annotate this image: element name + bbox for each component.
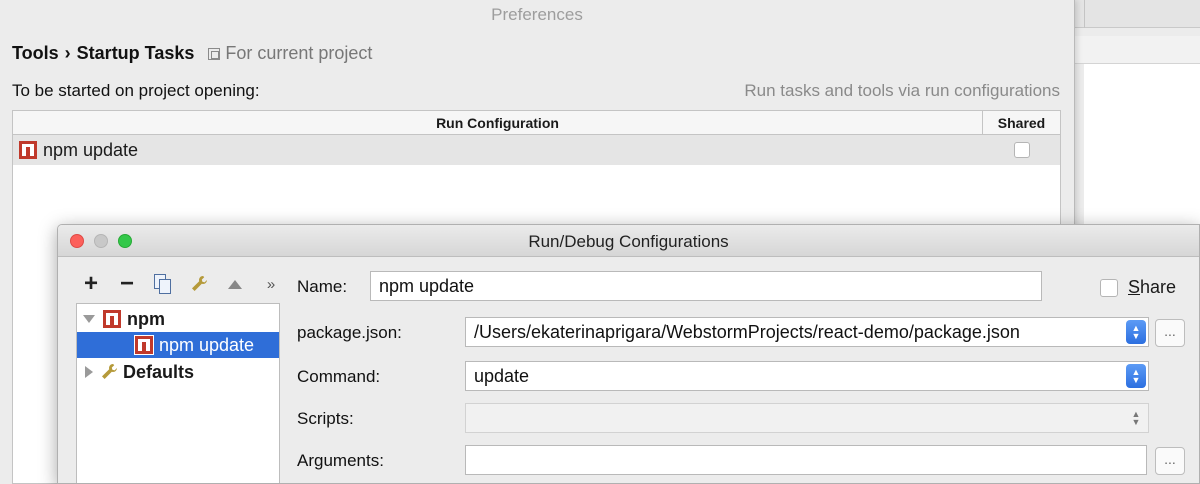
share-option[interactable]: Share xyxy=(1100,277,1176,298)
background-titlebar xyxy=(1074,0,1200,28)
configurations-toolbar: + − » xyxy=(80,272,282,296)
run-configurations-link[interactable]: Run tasks and tools via run configuratio… xyxy=(744,81,1060,101)
breadcrumb-separator: › xyxy=(64,43,71,63)
column-header-run-configuration[interactable]: Run Configuration xyxy=(13,111,983,134)
window-title: Preferences xyxy=(491,5,583,24)
breadcrumb-page: Startup Tasks xyxy=(76,43,195,63)
run-configuration-name: npm update xyxy=(43,139,139,160)
column-header-shared[interactable]: Shared xyxy=(983,111,1060,134)
breadcrumb: Tools › Startup Tasks For current projec… xyxy=(12,43,372,64)
dropdown-arrows-icon: ▲ ▼ xyxy=(1131,409,1141,427)
dropdown-arrows-icon[interactable]: ▲ ▼ xyxy=(1126,364,1146,388)
share-checkbox[interactable] xyxy=(1100,278,1118,297)
name-label: Name: xyxy=(297,277,348,296)
remove-configuration-button[interactable]: − xyxy=(116,272,138,296)
project-scope-icon xyxy=(208,47,221,60)
command-value: update xyxy=(474,365,530,386)
startup-tasks-label: To be started on project opening: xyxy=(12,81,260,100)
breadcrumb-section[interactable]: Tools xyxy=(12,43,59,64)
edit-defaults-button[interactable] xyxy=(188,273,210,295)
more-actions-button[interactable]: » xyxy=(260,273,282,295)
tree-item-npm[interactable]: npm xyxy=(77,306,279,332)
scope-indicator: For current project xyxy=(208,43,372,64)
npm-icon xyxy=(19,141,37,159)
shared-checkbox[interactable] xyxy=(1013,142,1030,158)
arguments-input[interactable] xyxy=(465,445,1147,475)
name-input[interactable]: npm update xyxy=(370,271,1042,301)
wrench-icon xyxy=(192,276,207,291)
arrow-up-icon xyxy=(228,279,242,289)
package-json-label: package.json: xyxy=(297,323,402,342)
expand-arrow-icon[interactable] xyxy=(83,315,95,323)
run-debug-configurations-dialog: Run/Debug Configurations + − » npm npm u… xyxy=(57,224,1200,484)
browse-package-json-button[interactable]: ... xyxy=(1155,319,1185,347)
scripts-label: Scripts: xyxy=(297,409,354,428)
add-configuration-button[interactable]: + xyxy=(80,272,102,296)
copy-icon xyxy=(154,274,172,294)
wrench-icon xyxy=(102,364,117,379)
expand-arguments-button[interactable]: ... xyxy=(1155,447,1185,475)
table-header: Run Configuration Shared xyxy=(13,111,1060,135)
npm-icon xyxy=(103,310,121,328)
run-configuration-cell: npm update xyxy=(13,140,983,161)
dropdown-arrows-icon[interactable]: ▲ ▼ xyxy=(1126,320,1146,344)
share-label: Share xyxy=(1128,277,1177,297)
tree-item-label: npm update xyxy=(159,334,255,355)
table-row[interactable]: npm update xyxy=(13,135,1060,165)
divider xyxy=(1084,0,1085,28)
scope-label: For current project xyxy=(225,43,373,63)
command-label: Command: xyxy=(297,367,381,386)
copy-configuration-button[interactable] xyxy=(152,273,174,295)
dialog-titlebar: Run/Debug Configurations xyxy=(58,225,1199,257)
package-json-select[interactable]: /Users/ekaterinaprigara/WebstormProjects… xyxy=(465,317,1149,347)
command-select[interactable]: update ▲ ▼ xyxy=(465,361,1149,391)
background-band xyxy=(1074,36,1200,64)
dialog-title: Run/Debug Configurations xyxy=(528,232,729,251)
move-up-button[interactable] xyxy=(224,273,246,295)
scripts-select: ▲ ▼ xyxy=(465,403,1149,433)
npm-icon xyxy=(134,335,154,355)
shared-cell xyxy=(983,142,1060,158)
collapse-arrow-icon[interactable] xyxy=(85,366,93,378)
arguments-label: Arguments: xyxy=(297,451,384,470)
package-json-value: /Users/ekaterinaprigara/WebstormProjects… xyxy=(474,321,1020,342)
tree-item-label: npm xyxy=(127,308,165,329)
configurations-tree: npm npm update Defaults xyxy=(76,303,280,483)
tree-item-label: Defaults xyxy=(123,361,195,382)
tree-item-defaults[interactable]: Defaults xyxy=(77,359,279,385)
tree-item-npm-update[interactable]: npm update xyxy=(77,332,279,358)
